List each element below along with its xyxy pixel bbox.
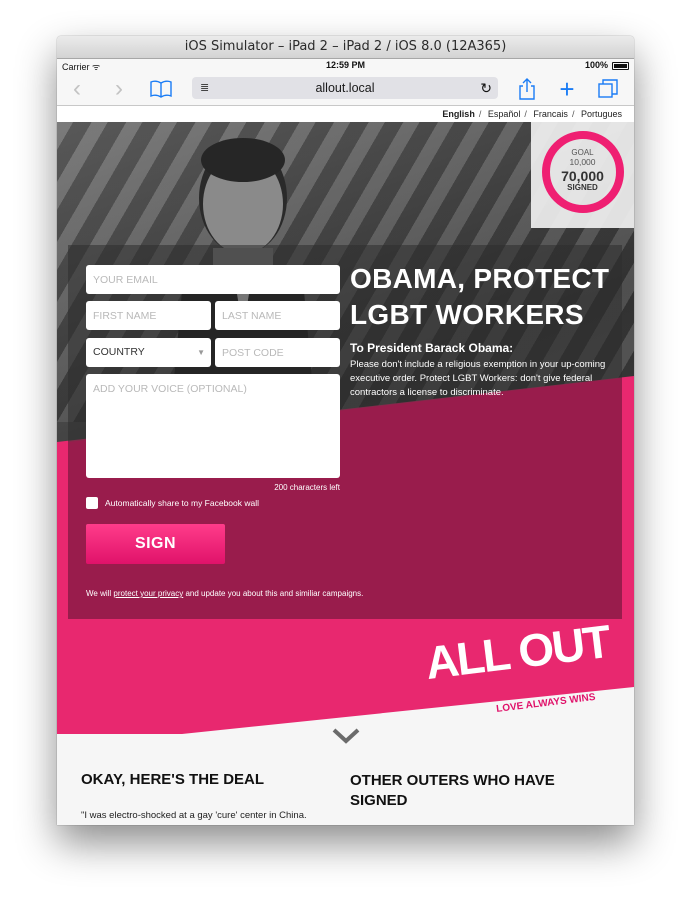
goal-label: GOAL bbox=[571, 148, 594, 157]
petition-panel: COUNTRY ▼ 200 characters left Automatica… bbox=[68, 245, 622, 619]
reload-icon[interactable]: ↻ bbox=[480, 77, 492, 99]
lang-francais[interactable]: Francais bbox=[533, 109, 568, 119]
petition-text: Please don't include a religious exempti… bbox=[350, 359, 606, 398]
country-select-value: COUNTRY bbox=[93, 346, 145, 358]
sign-button[interactable]: SIGN bbox=[86, 524, 225, 564]
privacy-suffix: and update you about this and similiar c… bbox=[183, 589, 364, 598]
headline-line-2: LGBT WORKERS bbox=[350, 299, 584, 330]
privacy-note: We will protect your privacy and update … bbox=[86, 589, 363, 598]
scroll-down-chevron-icon[interactable] bbox=[331, 726, 361, 746]
first-name-input[interactable] bbox=[86, 301, 211, 330]
new-tab-plus-icon[interactable]: + bbox=[557, 73, 577, 105]
ios-status-bar: Carrier ᯤ 12:59 PM 100% bbox=[57, 59, 634, 73]
lang-english[interactable]: English bbox=[442, 109, 475, 119]
post-code-input[interactable] bbox=[215, 338, 340, 367]
address-bar[interactable]: ≣ allout.local ↻ bbox=[192, 77, 498, 99]
goal-value: 10,000 bbox=[569, 157, 596, 167]
facebook-share-checkbox[interactable] bbox=[86, 497, 98, 509]
simulator-window: iOS Simulator – iPad 2 – iPad 2 / iOS 8.… bbox=[57, 36, 634, 825]
signed-label: SIGNED bbox=[567, 183, 598, 192]
forward-chevron-icon[interactable]: › bbox=[115, 73, 123, 105]
campaign-headline: OBAMA, PROTECT LGBT WORKERS bbox=[350, 261, 620, 333]
country-select[interactable]: COUNTRY ▼ bbox=[86, 338, 211, 367]
lang-portugues[interactable]: Portugues bbox=[581, 109, 622, 119]
add-voice-textarea[interactable] bbox=[86, 374, 340, 478]
bookmarks-icon[interactable] bbox=[149, 73, 173, 105]
battery-icon bbox=[612, 62, 629, 70]
characters-left: 200 characters left bbox=[274, 483, 340, 492]
lang-espanol[interactable]: Español bbox=[488, 109, 521, 119]
goal-widget: GOAL 10,000 70,000 SIGNED bbox=[531, 122, 634, 228]
deal-section-title: OKAY, HERE'S THE DEAL bbox=[81, 771, 265, 788]
story-quote: "I was electro-shocked at a gay 'cure' c… bbox=[81, 810, 307, 821]
url-text: allout.local bbox=[315, 81, 375, 95]
petition-recipient: To President Barack Obama: bbox=[350, 341, 514, 355]
battery-percent: 100% bbox=[584, 60, 608, 70]
reader-icon[interactable]: ≣ bbox=[200, 77, 209, 99]
tabs-icon[interactable] bbox=[597, 73, 619, 105]
back-chevron-icon[interactable]: ‹ bbox=[73, 73, 81, 105]
signed-count: 70,000 bbox=[561, 168, 604, 184]
hero-section: GOAL 10,000 70,000 SIGNED COUNTRY ▼ 200 … bbox=[57, 122, 634, 734]
privacy-prefix: We will bbox=[86, 589, 114, 598]
privacy-link[interactable]: protect your privacy bbox=[113, 589, 183, 598]
outers-section-title: OTHER OUTERS WHO HAVE SIGNED bbox=[350, 772, 555, 809]
share-icon[interactable] bbox=[517, 73, 537, 105]
safari-toolbar: ‹ › ≣ allout.local ↻ + bbox=[57, 73, 634, 106]
chevron-down-icon: ▼ bbox=[197, 348, 205, 357]
headline-line-1: OBAMA, PROTECT bbox=[350, 263, 610, 294]
email-input[interactable] bbox=[86, 265, 340, 294]
language-switcher: English / Español / Francais / Portugues bbox=[57, 106, 634, 122]
facebook-share-label: Automatically share to my Facebook wall bbox=[105, 498, 260, 508]
last-name-input[interactable] bbox=[215, 301, 340, 330]
window-title: iOS Simulator – iPad 2 – iPad 2 / iOS 8.… bbox=[57, 36, 634, 59]
clock: 12:59 PM bbox=[325, 60, 366, 70]
